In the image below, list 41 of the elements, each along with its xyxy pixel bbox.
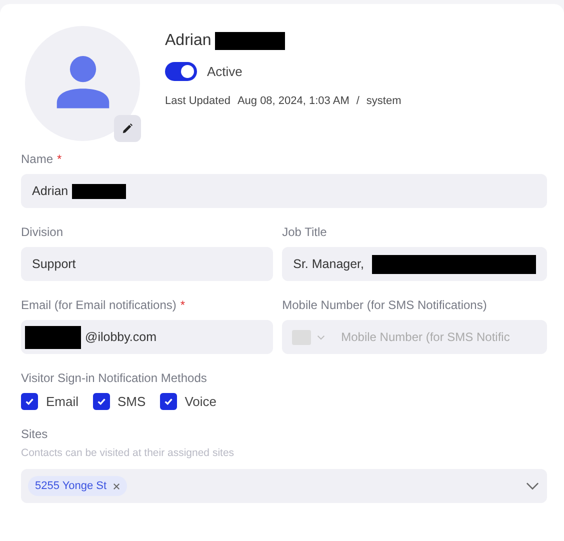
hint-text: Contacts can be visited at their assigned sites — [21, 447, 236, 459]
updated-label: Last Updated — [165, 95, 230, 107]
chevron-down-icon — [526, 482, 539, 490]
text-field[interactable]: Sr. Manager, — [282, 247, 547, 281]
country-flag-icon — [292, 330, 312, 344]
checkbox-label: SMS — [118, 394, 146, 409]
check-icon — [24, 396, 35, 407]
checkbox[interactable] — [21, 393, 38, 410]
close-icon[interactable] — [112, 482, 120, 490]
check-icon — [96, 396, 107, 407]
text-field[interactable]: @ilobby.com — [21, 320, 274, 354]
checkbox[interactable] — [160, 393, 177, 410]
status-label: Active — [207, 64, 242, 79]
checkbox[interactable] — [92, 393, 110, 410]
separator: / — [356, 95, 360, 107]
updated-by: system — [366, 95, 402, 107]
required-mark: * — [180, 298, 186, 312]
active-toggle[interactable] — [165, 62, 197, 81]
person-icon — [54, 56, 110, 112]
required-mark: * — [57, 152, 62, 166]
edit-button[interactable] — [114, 115, 141, 142]
field-label: Division — [21, 225, 64, 239]
section-label: Visitor Sign-in Notification Methods — [21, 371, 208, 385]
field-label: Mobile Number (for SMS Notifications) — [282, 298, 487, 312]
phone-field[interactable]: Mobile Number (for SMS Notific — [282, 320, 547, 354]
field-label: Name — [21, 152, 54, 166]
chevron-down-icon — [317, 334, 326, 340]
field-label: Job Title — [282, 225, 327, 239]
updated-date: Aug 08, 2024, 1:03 AM — [237, 95, 350, 107]
sites-select[interactable]: 5255 Yonge St — [21, 469, 547, 503]
pencil-icon — [122, 123, 133, 134]
section-label: Sites — [21, 427, 49, 441]
profile-name: Adrian — [165, 32, 212, 50]
site-tag: 5255 Yonge St — [28, 476, 127, 496]
mobile-number-input[interactable]: Mobile Number (for SMS Notific — [341, 330, 536, 344]
check-icon — [162, 396, 174, 407]
text-field[interactable]: Adrian — [21, 174, 547, 208]
checkbox-label: Email — [46, 394, 79, 409]
checkbox-label: Voice — [184, 394, 216, 409]
field-label: Email (for Email notifications) — [21, 298, 176, 312]
text-field[interactable]: Support — [21, 247, 274, 281]
